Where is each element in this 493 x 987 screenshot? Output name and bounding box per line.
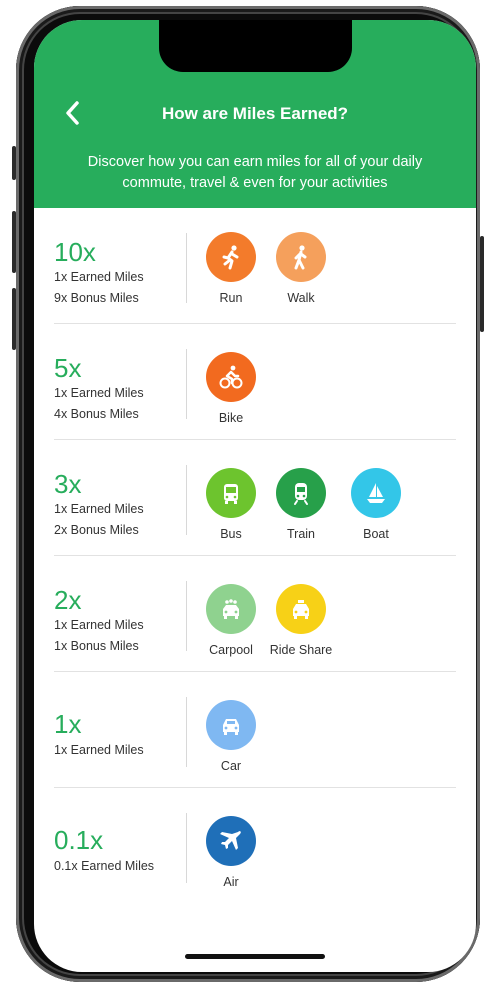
tier-bonus-miles: 9x Bonus Miles (54, 291, 139, 305)
app-screen: How are Miles Earned? Discover how you c… (34, 20, 476, 972)
volume-down-button (12, 288, 16, 350)
mode-walk[interactable]: Walk (261, 232, 341, 305)
tier-row-1x: 1x 1x Earned Miles Car (34, 672, 476, 788)
divider (186, 697, 187, 767)
tier-multiplier: 1x (54, 709, 82, 739)
tier-bonus-miles: 1x Bonus Miles (54, 639, 139, 653)
mode-label: Bus (220, 527, 242, 541)
tier-earned-miles: 1x Earned Miles (54, 618, 144, 632)
car-icon (206, 700, 256, 750)
tier-multiplier: 5x (54, 353, 82, 383)
walk-icon (276, 232, 326, 282)
mode-label: Air (223, 875, 239, 889)
silent-switch (12, 146, 16, 180)
taxi-icon (276, 584, 326, 634)
volume-up-button (12, 211, 16, 273)
bike-icon (206, 352, 256, 402)
tier-row-2x: 2x 1x Earned Miles 1x Bonus Miles Carpoo… (34, 556, 476, 672)
tier-row-5x: 5x 1x Earned Miles 4x Bonus Miles Bike (34, 324, 476, 440)
divider (186, 813, 187, 883)
mode-label: Car (220, 759, 242, 773)
tier-earned-miles: 1x Earned Miles (54, 502, 144, 516)
tier-multiplier: 0.1x (54, 825, 104, 855)
carpool-icon (206, 584, 256, 634)
tier-bonus-miles: 4x Bonus Miles (54, 407, 139, 421)
divider (186, 233, 187, 303)
tier-row-10x: 10x 1x Earned Miles 9x Bonus Miles Run W… (34, 208, 476, 324)
mode-bus[interactable]: Bus (191, 468, 271, 541)
home-indicator[interactable] (185, 954, 325, 959)
tier-bonus-miles: 2x Bonus Miles (54, 523, 139, 537)
boat-icon (351, 468, 401, 518)
airplane-icon (206, 816, 256, 866)
mode-label: Ride Share (269, 643, 333, 657)
tier-earned-miles: 1x Earned Miles (54, 743, 144, 757)
mode-label: Run (219, 291, 243, 305)
mode-carpool[interactable]: Carpool (191, 584, 271, 657)
tier-row-0.1x: 0.1x 0.1x Earned Miles Air (34, 788, 476, 904)
divider (186, 581, 187, 651)
tier-earned-miles: 1x Earned Miles (54, 270, 144, 284)
mode-run[interactable]: Run (191, 232, 271, 305)
mode-label: Carpool (209, 643, 253, 657)
mode-label: Train (286, 527, 315, 541)
tier-multiplier: 3x (54, 469, 82, 499)
page-subtitle: Discover how you can earn miles for all … (87, 154, 423, 191)
tier-multiplier: 2x (54, 585, 82, 615)
mode-label: Bike (218, 411, 244, 425)
power-button (480, 236, 484, 332)
divider (186, 349, 187, 419)
page-title: How are Miles Earned? (161, 104, 349, 123)
mode-boat[interactable]: Boat (336, 468, 416, 541)
notch (159, 20, 352, 72)
bus-icon (206, 468, 256, 518)
tier-earned-miles: 0.1x Earned Miles (54, 859, 155, 873)
mode-bike[interactable]: Bike (191, 352, 271, 425)
mode-label: Boat (363, 527, 389, 541)
mode-air[interactable]: Air (191, 816, 271, 889)
tier-multiplier: 10x (54, 237, 96, 267)
mode-label: Walk (287, 291, 315, 305)
run-icon (206, 232, 256, 282)
mode-train[interactable]: Train (261, 468, 341, 541)
tier-row-3x: 3x 1x Earned Miles 2x Bonus Miles Bus Tr… (34, 440, 476, 556)
train-icon (276, 468, 326, 518)
tier-earned-miles: 1x Earned Miles (54, 386, 144, 400)
mode-car[interactable]: Car (191, 700, 271, 773)
mode-ride-share[interactable]: Ride Share (261, 584, 341, 657)
divider (186, 465, 187, 535)
